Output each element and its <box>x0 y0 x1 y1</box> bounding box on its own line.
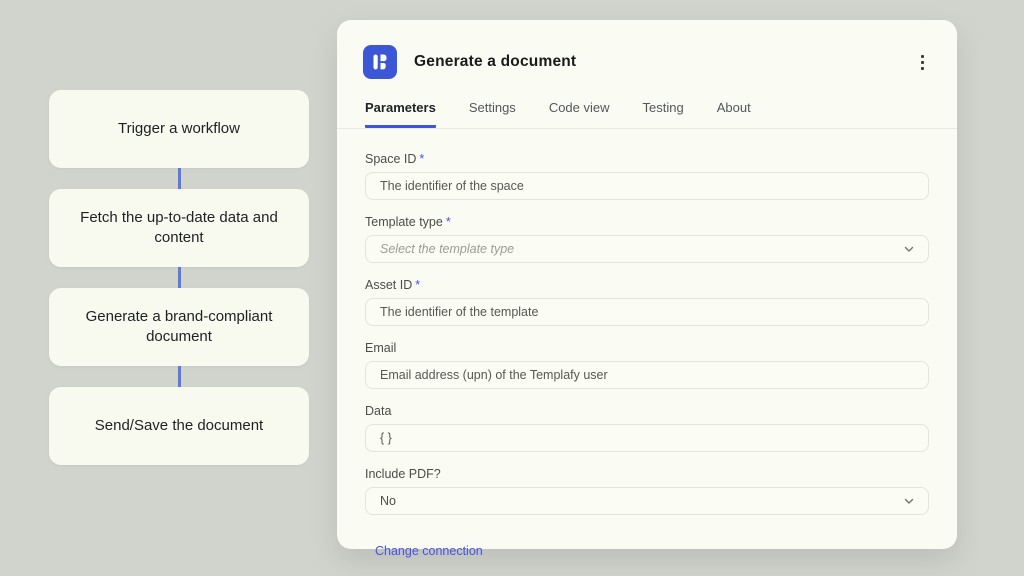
kebab-menu-icon[interactable] <box>913 52 931 72</box>
tab-parameters[interactable]: Parameters <box>365 100 436 128</box>
templafy-logo-icon <box>363 45 397 79</box>
panel-title: Generate a document <box>414 53 576 71</box>
form-field-template-type: Template type* Select the template type <box>365 215 929 263</box>
tab-code-view[interactable]: Code view <box>549 100 610 128</box>
link-row: Change connection <box>337 530 957 560</box>
data-input[interactable] <box>365 424 929 452</box>
tab-about[interactable]: About <box>717 100 751 128</box>
field-label-asset-id: Asset ID* <box>365 278 929 292</box>
email-input[interactable] <box>365 361 929 389</box>
change-connection-link[interactable]: Change connection <box>375 544 483 558</box>
include-pdf-value: No <box>380 494 902 508</box>
form-field-data: Data <box>365 404 929 452</box>
parameters-form: Space ID* Template type* Select the templa… <box>337 129 957 515</box>
field-label-template-type: Template type* <box>365 215 929 229</box>
template-type-select[interactable]: Select the template type <box>365 235 929 263</box>
workflow-step-node: Trigger a workflow <box>49 90 309 168</box>
field-label-space-id: Space ID* <box>365 152 929 166</box>
space-id-input[interactable] <box>365 172 929 200</box>
workflow-connector <box>178 366 181 387</box>
workflow-connector <box>178 168 181 189</box>
chevron-down-icon <box>902 242 916 256</box>
action-config-panel: Generate a document Parameters Settings Co… <box>337 20 957 549</box>
include-pdf-select[interactable]: No <box>365 487 929 515</box>
workflow-connector <box>178 267 181 288</box>
field-label-email: Email <box>365 341 929 355</box>
tab-bar: Parameters Settings Code view Testing About <box>337 100 957 129</box>
tab-testing[interactable]: Testing <box>643 100 684 128</box>
tab-settings[interactable]: Settings <box>469 100 516 128</box>
workflow-diagram: Trigger a workflow Fetch the up-to-date d… <box>49 90 309 465</box>
workflow-step-node: Fetch the up-to-date data and content <box>49 189 309 267</box>
form-field-space-id: Space ID* <box>365 152 929 200</box>
required-marker: * <box>446 215 451 229</box>
template-type-value: Select the template type <box>380 242 902 256</box>
field-label-data: Data <box>365 404 929 418</box>
required-marker: * <box>419 152 424 166</box>
form-field-include-pdf: Include PDF? No <box>365 467 929 515</box>
form-field-email: Email <box>365 341 929 389</box>
asset-id-input[interactable] <box>365 298 929 326</box>
required-marker: * <box>415 278 420 292</box>
form-field-asset-id: Asset ID* <box>365 278 929 326</box>
chevron-down-icon <box>902 494 916 508</box>
workflow-step-node: Generate a brand-compliant document <box>49 288 309 366</box>
panel-header: Generate a document <box>337 20 957 79</box>
field-label-include-pdf: Include PDF? <box>365 467 929 481</box>
workflow-step-node: Send/Save the document <box>49 387 309 465</box>
canvas: Trigger a workflow Fetch the up-to-date d… <box>0 0 1024 576</box>
